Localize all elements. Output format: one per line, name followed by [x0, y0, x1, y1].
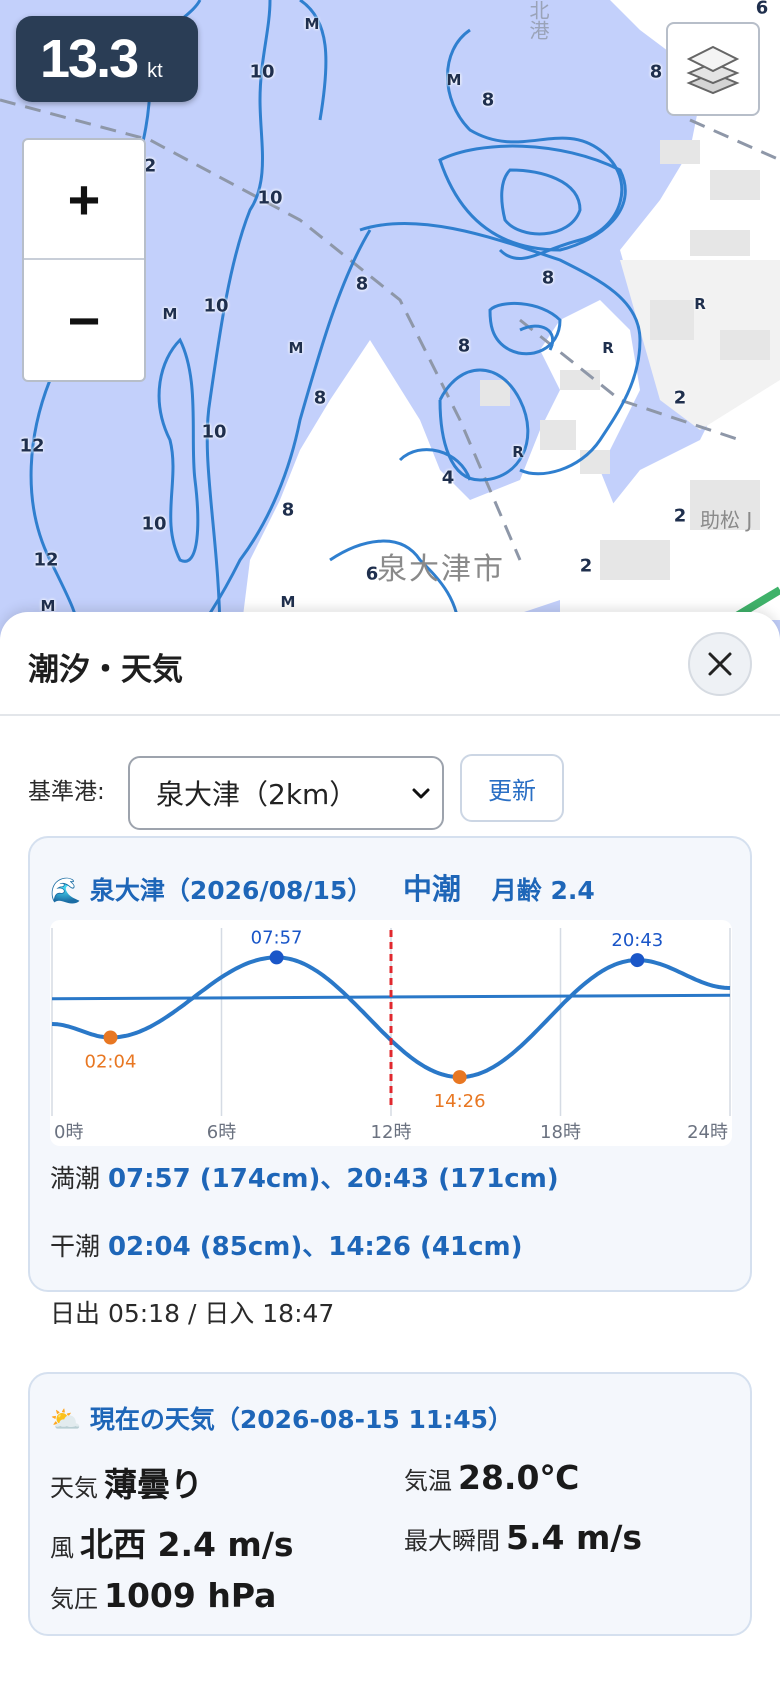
speed-badge: 13.3 kt: [16, 16, 198, 102]
depth-label: 10: [203, 295, 229, 317]
weather-condition-value: 薄曇り: [104, 1465, 203, 1504]
chart-high-label: 07:57: [251, 927, 303, 948]
port-row: 基準港: 泉大津（2km） 更新: [0, 744, 780, 830]
gust-value: 5.4 m/s: [506, 1518, 643, 1557]
wind-value: 北西 2.4 m/s: [80, 1525, 294, 1564]
depth-label: 2: [579, 555, 593, 577]
cloud-sun-icon: ⛅: [50, 1405, 82, 1434]
pressure-label: 気圧: [50, 1585, 98, 1613]
depth-label: 8: [281, 499, 295, 521]
port-select[interactable]: 泉大津（2km）: [128, 756, 444, 830]
tide-type: 中潮: [403, 872, 462, 906]
map-place-label: 助松 J: [700, 508, 753, 532]
depth-label: 6: [755, 0, 769, 19]
map-marker-r: R: [512, 443, 524, 461]
depth-label: 10: [141, 513, 167, 535]
map-marker-m: M: [280, 593, 296, 611]
zoom-out-button[interactable]: −: [24, 260, 144, 380]
weather-gust: 最大瞬間 5.4 m/s: [404, 1518, 642, 1557]
depth-label: 12: [19, 435, 45, 457]
layers-button[interactable]: [666, 22, 760, 116]
tide-chart-svg: 0時 6時 12時 18時 24時 07:57 20:43 02:04 14:26: [51, 927, 731, 1143]
tide-chart: 0時 6時 12時 18時 24時 07:57 20:43 02:04 14:26: [50, 920, 732, 1146]
tide-weather-sheet: 潮汐・天気 基準港: 泉大津（2km） 更新 🌊 泉大津（2026/08/15）…: [0, 612, 780, 1688]
depth-label: 10: [249, 61, 275, 83]
close-icon: [708, 652, 732, 676]
low-tide-row: 干潮 02:04 (85cm)、14:26 (41cm): [50, 1226, 523, 1263]
weather-title: 現在の天気（2026-08-15 11:45）: [89, 1405, 514, 1434]
gust-label: 最大瞬間: [404, 1527, 500, 1555]
map-marker-m: M: [288, 339, 304, 357]
map-marker-m: M: [162, 305, 178, 323]
map-marker-m: M: [304, 15, 320, 33]
map-port-label: 北港: [526, 0, 550, 40]
depth-label: 8: [313, 387, 327, 409]
zoom-in-button[interactable]: +: [24, 140, 144, 260]
chevron-down-icon: [412, 788, 430, 799]
chart-high-point: [269, 950, 284, 965]
layers-icon: [686, 45, 740, 95]
high-tide-label: 満潮: [50, 1164, 101, 1193]
sheet-header: 潮汐・天気: [0, 612, 780, 716]
wind-label: 風: [50, 1534, 74, 1562]
depth-label: 8: [355, 273, 369, 295]
zoom-control: + −: [22, 138, 146, 382]
temperature-label: 気温: [404, 1467, 452, 1495]
depth-label: 8: [649, 61, 663, 83]
close-button[interactable]: [688, 632, 752, 696]
depth-label: 4: [441, 467, 455, 489]
depth-label: 8: [541, 267, 555, 289]
chart-x-tick: 0時: [54, 1122, 83, 1143]
weather-heading: ⛅ 現在の天気（2026-08-15 11:45）: [50, 1400, 513, 1436]
chart-low-label: 14:26: [434, 1091, 486, 1112]
chart-low-point: [103, 1030, 118, 1045]
chart-x-tick: 24時: [687, 1122, 728, 1143]
nautical-map[interactable]: 10 10 10 10 10 12 12 2 8 8 8 8 8 8 8 4 6…: [0, 0, 780, 640]
weather-temperature: 気温 28.0℃: [404, 1458, 579, 1497]
chart-low-label: 02:04: [85, 1052, 137, 1073]
temperature-value: 28.0℃: [458, 1458, 580, 1497]
high-tide-value: 07:57 (174cm)、20:43 (171cm): [107, 1164, 559, 1194]
chart-x-tick: 18時: [540, 1122, 581, 1143]
low-tide-value: 02:04 (85cm)、14:26 (41cm): [107, 1232, 523, 1262]
weather-condition: 天気 薄曇り: [50, 1458, 203, 1506]
weather-condition-label: 天気: [50, 1474, 98, 1502]
weather-wind: 風北西 2.4 m/s: [50, 1518, 294, 1566]
chart-high-point: [630, 953, 645, 968]
depth-label: 8: [481, 89, 495, 111]
tide-heading: 🌊 泉大津（2026/08/15） 中潮 月齢 2.4: [50, 866, 595, 908]
weather-card: ⛅ 現在の天気（2026-08-15 11:45） 天気 薄曇り 気温 28.0℃ …: [28, 1372, 752, 1636]
chart-low-point: [452, 1070, 467, 1085]
depth-label: 12: [33, 549, 59, 571]
pressure-value: 1009 hPa: [104, 1576, 277, 1615]
speed-unit: kt: [147, 60, 163, 82]
chart-high-label: 20:43: [611, 930, 663, 951]
chart-x-tick: 12時: [371, 1122, 412, 1143]
wave-icon: 🌊: [50, 876, 82, 905]
moon-age: 月齢 2.4: [491, 876, 595, 905]
depth-label: 8: [457, 335, 471, 357]
high-tide-row: 満潮 07:57 (174cm)、20:43 (171cm): [50, 1158, 559, 1195]
map-marker-r: R: [602, 339, 614, 357]
weather-pressure: 気圧 1009 hPa: [50, 1576, 276, 1615]
depth-label: 2: [673, 505, 687, 527]
tide-port-date: 泉大津（2026/08/15）: [89, 876, 373, 905]
low-tide-label: 干潮: [50, 1232, 101, 1261]
speed-value: 13.3: [40, 29, 139, 89]
depth-label: 10: [257, 187, 283, 209]
map-marker-r: R: [694, 295, 706, 313]
port-label: 基準港:: [28, 779, 105, 805]
sunrise-sunset: 日出 05:18 / 日入 18:47: [50, 1299, 335, 1328]
map-marker-m: M: [446, 71, 462, 89]
sheet-title: 潮汐・天気: [28, 652, 183, 688]
depth-label: 10: [201, 421, 227, 443]
depth-label: 2: [673, 387, 687, 409]
map-place-label: 泉大津市: [377, 552, 505, 587]
port-selected-value: 泉大津（2km）: [156, 778, 358, 811]
tide-card: 🌊 泉大津（2026/08/15） 中潮 月齢 2.4 0時 6時 12時 18時 24…: [28, 836, 752, 1328]
chart-x-tick: 6時: [207, 1122, 236, 1143]
refresh-button[interactable]: 更新: [460, 754, 564, 822]
